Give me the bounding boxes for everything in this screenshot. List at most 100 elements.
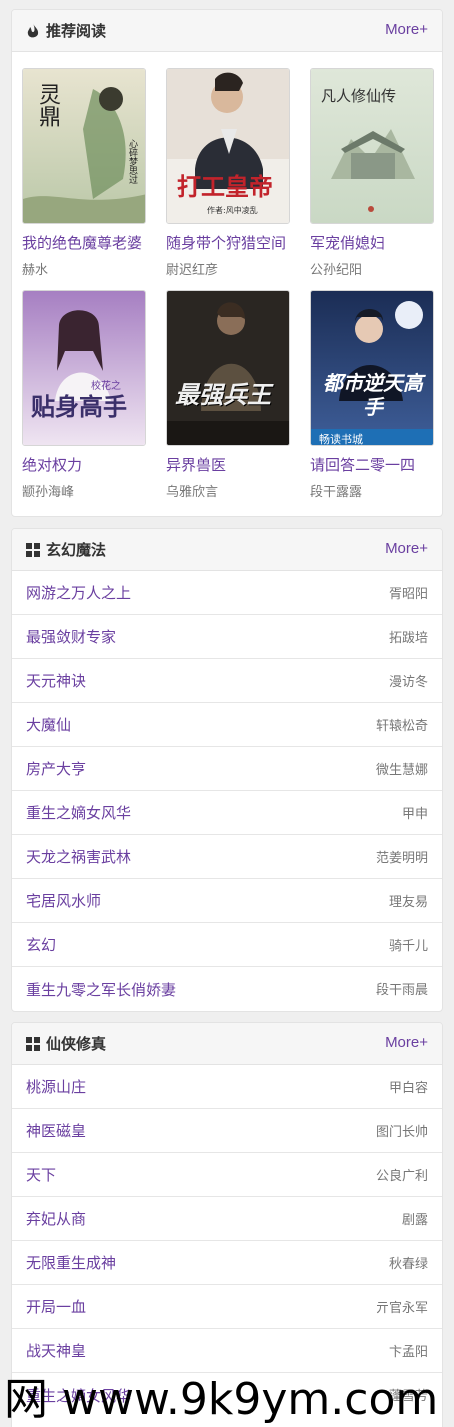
book-card[interactable]: 灵鼎 心碎梦思过 我的绝色魔尊老婆 赫水 (22, 68, 146, 280)
cover-text: 灵鼎 (35, 83, 60, 127)
book-author: 赫水 (22, 263, 49, 278)
item-title[interactable]: 房产大亨 (26, 758, 86, 779)
fantasy-list: 网游之万人之上 胥昭阳 最强敛财专家 拓跋培 天元神诀 漫访冬 大魔仙 轩辕松奇 房产大… (12, 571, 442, 1011)
item-title[interactable]: 天元神诀 (26, 670, 86, 691)
recommend-grid: 灵鼎 心碎梦思过 我的绝色魔尊老婆 赫水 打工皇帝 作者:风中凌乱 随身带个狩猎… (12, 52, 442, 516)
item-author: 图门长帅 (375, 1125, 428, 1140)
book-title[interactable]: 绝对权力 (22, 454, 146, 476)
grid-icon (26, 1036, 40, 1051)
item-author: 亓官永军 (375, 1301, 428, 1316)
item-author: 公良广利 (375, 1169, 428, 1184)
item-title[interactable]: 无限重生成神 (26, 1252, 116, 1273)
item-title[interactable]: 神医磁皇 (26, 1120, 86, 1141)
item-author: 拓跋培 (388, 631, 428, 646)
book-author: 公孙纪阳 (310, 263, 363, 278)
list-item[interactable]: 网游之万人之上 胥昭阳 (12, 571, 442, 615)
book-cover[interactable]: 灵鼎 心碎梦思过 (22, 68, 146, 224)
item-author: 秋春绿 (388, 1257, 428, 1272)
book-author: 颛孙海峰 (22, 485, 75, 500)
item-author: 剧露 (401, 1213, 428, 1228)
list-item[interactable]: 最强敛财专家 拓跋培 (12, 615, 442, 659)
list-item[interactable]: 大魔仙 轩辕松奇 (12, 703, 442, 747)
fantasy-panel: 玄幻魔法 More+ 网游之万人之上 胥昭阳 最强敛财专家 拓跋培 天元神诀 漫访冬 … (11, 528, 443, 1012)
book-cover[interactable]: 贴身高手 校花之 (22, 290, 146, 446)
list-item[interactable]: 天元神诀 漫访冬 (12, 659, 442, 703)
cover-subtext: 作者:风中凌乱 (207, 206, 258, 215)
cover-text: 最强兵王 (175, 381, 271, 409)
item-title[interactable]: 开局一血 (26, 1296, 86, 1317)
item-title[interactable]: 宅居风水师 (26, 890, 101, 911)
list-item[interactable]: 桃源山庄 甲白容 (12, 1065, 442, 1109)
fire-icon (26, 22, 40, 39)
item-title[interactable]: 弃妃从商 (26, 1208, 86, 1229)
cover-text: 打工皇帝 (177, 172, 273, 201)
item-author: 段干雨晨 (375, 983, 428, 998)
item-title[interactable]: 重生之嫡女风华 (26, 802, 131, 823)
fantasy-more-link[interactable]: More+ (385, 540, 428, 557)
recommend-header: 推荐阅读 More+ (12, 10, 442, 52)
cover-subtext: 心碎梦思过 (127, 139, 137, 184)
xianxia-header: 仙侠修真 More+ (12, 1023, 442, 1065)
list-item[interactable]: 房产大亨 微生慧娜 (12, 747, 442, 791)
list-item[interactable]: 开局一血 亓官永军 (12, 1285, 442, 1329)
book-cover[interactable]: 凡人修仙传 (310, 68, 434, 224)
book-title[interactable]: 我的绝色魔尊老婆 (22, 232, 146, 254)
recommend-more-link[interactable]: More+ (385, 21, 428, 38)
cover-text: 贴身高手 (31, 392, 127, 421)
book-card[interactable]: 贴身高手 校花之 绝对权力 颛孙海峰 (22, 290, 146, 502)
list-item[interactable]: 重生九零之军长俏娇妻 段干雨晨 (12, 967, 442, 1011)
book-title[interactable]: 请回答二零一四 (310, 454, 434, 476)
item-title[interactable]: 天龙之祸害武林 (26, 846, 131, 867)
recommend-panel: 推荐阅读 More+ 灵鼎 心碎梦思过 我的绝色魔尊老婆 赫水 打工皇帝 作者:… (11, 9, 443, 517)
book-card[interactable]: 打工皇帝 作者:风中凌乱 随身带个狩猎空间 尉迟红彦 (166, 68, 290, 280)
cover-subtext: 校花之 (91, 381, 121, 392)
book-card[interactable]: 凡人修仙传 军宠俏媳妇 公孙纪阳 (310, 68, 434, 280)
book-author: 尉迟红彦 (166, 263, 219, 278)
book-cover[interactable]: 打工皇帝 作者:风中凌乱 (166, 68, 290, 224)
item-author: 骑千儿 (388, 939, 428, 954)
item-title[interactable]: 大魔仙 (26, 714, 71, 735)
item-title[interactable]: 玄幻 (26, 934, 56, 955)
item-author: 轩辕松奇 (375, 719, 428, 734)
list-item[interactable]: 神医磁皇 图门长帅 (12, 1109, 442, 1153)
cover-subtext: 畅读书城 (319, 433, 363, 446)
item-title[interactable]: 网游之万人之上 (26, 582, 131, 603)
book-title[interactable]: 异界兽医 (166, 454, 290, 476)
xianxia-title: 仙侠修真 (46, 1035, 107, 1053)
list-item[interactable]: 重生之嫡女风华 甲申 (12, 791, 442, 835)
book-card[interactable]: 都市逆天高手 畅读书城 请回答二零一四 段干露露 (310, 290, 434, 502)
item-author: 卞孟阳 (388, 1345, 428, 1360)
fantasy-header: 玄幻魔法 More+ (12, 529, 442, 571)
item-author: 范姜明明 (375, 851, 428, 866)
item-author: 甲申 (401, 807, 428, 822)
book-title[interactable]: 军宠俏媳妇 (310, 232, 434, 254)
list-item[interactable]: 天下 公良广利 (12, 1153, 442, 1197)
book-title[interactable]: 随身带个狩猎空间 (166, 232, 290, 254)
list-item[interactable]: 玄幻 骑千儿 (12, 923, 442, 967)
watermark-text: 网 www.9k9ym.com (4, 1373, 439, 1425)
item-author: 理友易 (388, 895, 428, 910)
xianxia-more-link[interactable]: More+ (385, 1034, 428, 1051)
item-author: 胥昭阳 (388, 587, 428, 602)
list-item[interactable]: 弃妃从商 剧露 (12, 1197, 442, 1241)
item-title[interactable]: 战天神皇 (26, 1340, 86, 1361)
grid-icon (26, 542, 40, 557)
fantasy-title: 玄幻魔法 (46, 541, 107, 559)
cover-text: 凡人修仙传 (321, 87, 397, 105)
item-author: 甲白容 (388, 1081, 428, 1096)
book-author: 乌雅欣言 (166, 485, 219, 500)
list-item[interactable]: 天龙之祸害武林 范姜明明 (12, 835, 442, 879)
item-title[interactable]: 桃源山庄 (26, 1076, 86, 1097)
list-item[interactable]: 宅居风水师 理友易 (12, 879, 442, 923)
book-author: 段干露露 (310, 485, 363, 500)
item-title[interactable]: 重生九零之军长俏娇妻 (26, 979, 176, 1000)
item-author: 微生慧娜 (375, 763, 428, 778)
book-card[interactable]: 最强兵王 异界兽医 乌雅欣言 (166, 290, 290, 502)
item-title[interactable]: 天下 (26, 1164, 56, 1185)
cover-text: 都市逆天高手 (323, 371, 423, 419)
book-cover[interactable]: 最强兵王 (166, 290, 290, 446)
book-cover[interactable]: 都市逆天高手 畅读书城 (310, 290, 434, 446)
item-title[interactable]: 最强敛财专家 (26, 626, 116, 647)
list-item[interactable]: 无限重生成神 秋春绿 (12, 1241, 442, 1285)
recommend-title: 推荐阅读 (46, 22, 107, 40)
